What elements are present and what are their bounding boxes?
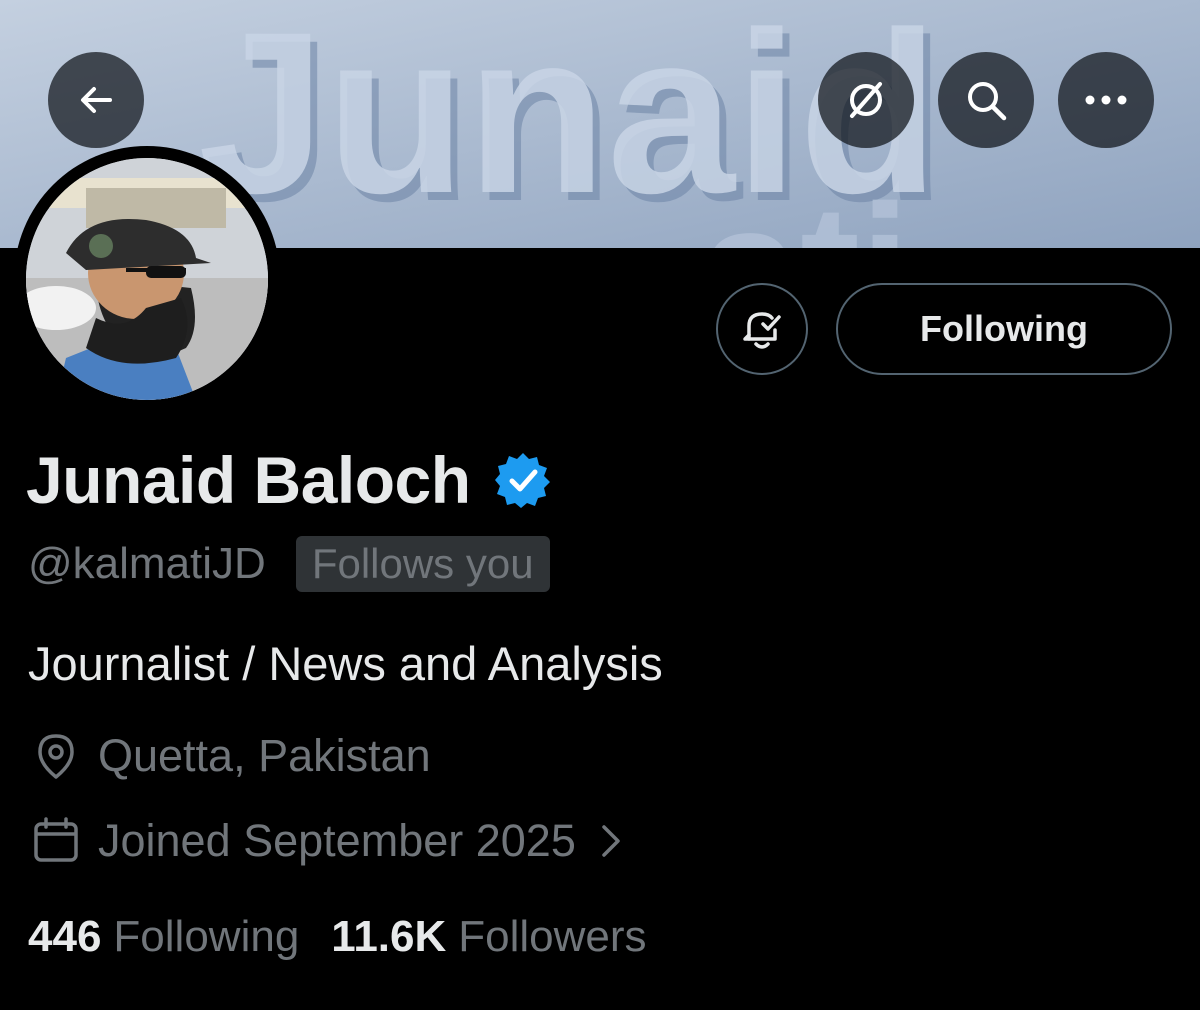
search-button[interactable] — [938, 52, 1034, 148]
bio: Journalist / News and Analysis — [28, 637, 663, 690]
back-arrow-icon — [81, 87, 112, 113]
grok-icon — [850, 82, 882, 118]
svg-text:ati: ati — [700, 168, 910, 248]
more-button[interactable] — [1058, 52, 1154, 148]
avatar-image — [26, 158, 268, 400]
search-icon — [968, 82, 1007, 121]
name-row: Junaid Baloch — [26, 440, 553, 520]
chevron-right-icon — [602, 825, 620, 857]
followers-label[interactable]: Followers — [458, 912, 646, 962]
following-label[interactable]: Following — [113, 912, 299, 962]
handle-row: @kalmatiJD Follows you — [28, 532, 550, 596]
location-row: Quetta, Pakistan — [30, 730, 431, 782]
display-name: Junaid Baloch — [26, 443, 471, 517]
joined-text: Joined September 2025 — [98, 815, 576, 866]
grok-button[interactable] — [818, 52, 914, 148]
back-button[interactable] — [48, 52, 144, 148]
avatar[interactable] — [14, 146, 280, 412]
following-count[interactable]: 446 — [28, 912, 101, 962]
location-pin-icon — [38, 734, 74, 779]
username: @kalmatiJD — [28, 539, 266, 588]
verified-badge-icon[interactable] — [493, 450, 553, 510]
follow-stats: 446 Following 11.6K Followers — [28, 912, 679, 962]
following-button[interactable]: Following — [836, 283, 1172, 375]
followers-count[interactable]: 11.6K — [331, 912, 446, 962]
location-text: Quetta, Pakistan — [98, 730, 431, 781]
joined-row[interactable]: Joined September 2025 — [30, 815, 626, 867]
notifications-button[interactable] — [716, 283, 808, 375]
bell-check-icon — [743, 312, 781, 349]
follows-you-badge: Follows you — [295, 536, 550, 592]
more-icon — [1085, 95, 1127, 105]
calendar-icon — [34, 817, 78, 862]
